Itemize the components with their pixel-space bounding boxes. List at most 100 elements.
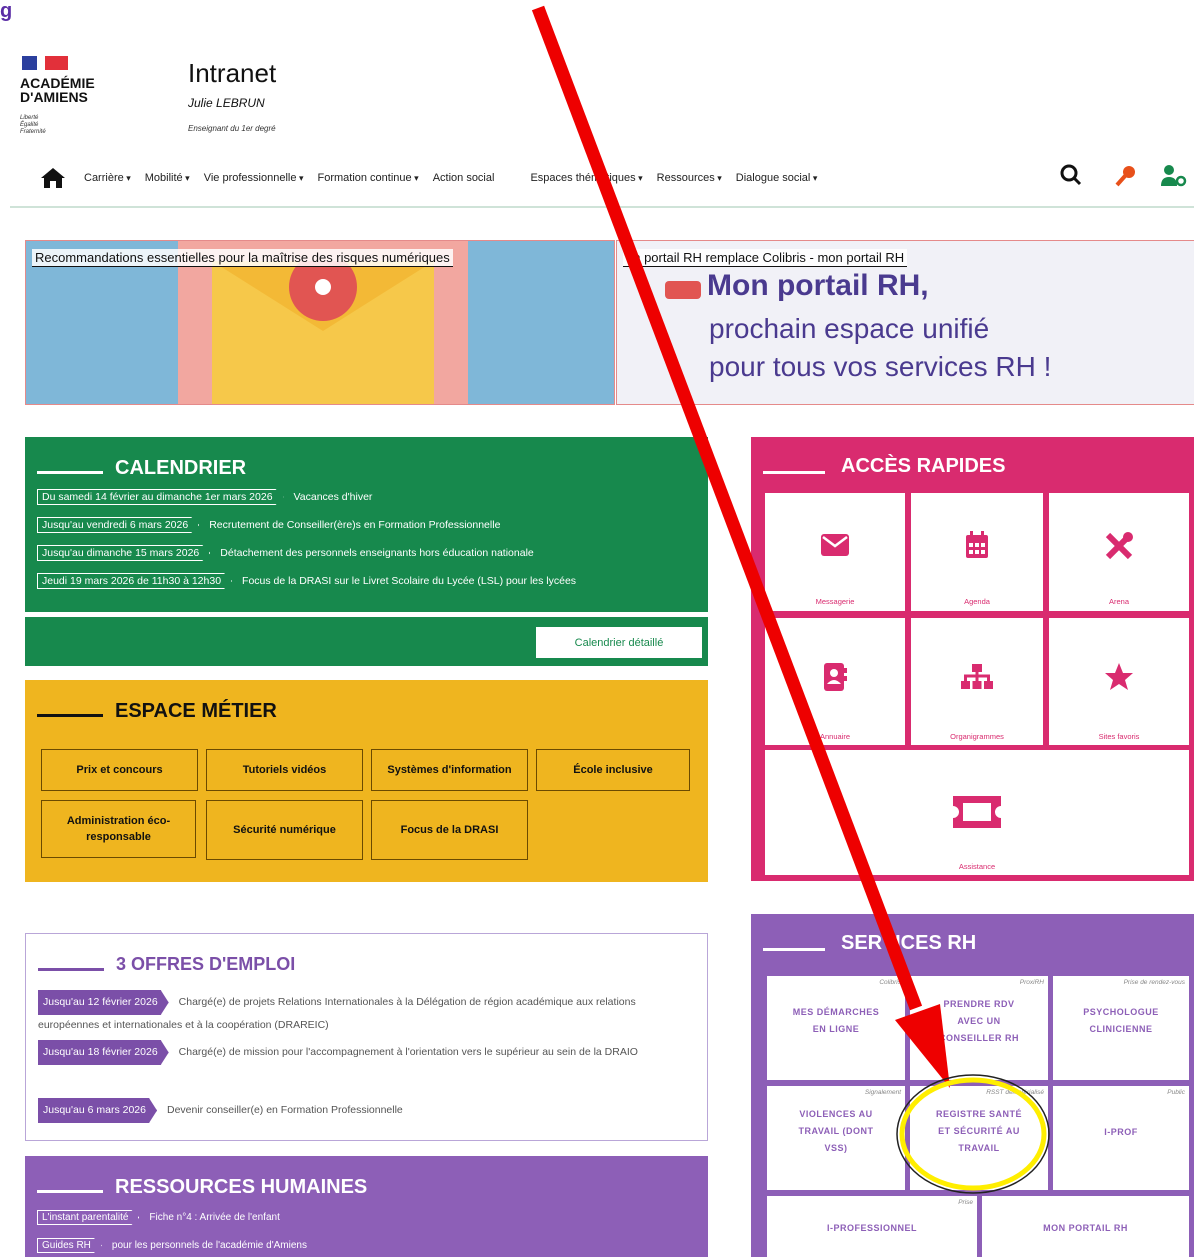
service-tag: Prise: [958, 1199, 973, 1206]
tile-label: Agenda: [964, 597, 990, 606]
tile-label: Messagerie: [815, 597, 855, 606]
logo-line2: D'AMIENS: [20, 89, 88, 105]
service-label-line: CONSEILLER RH: [938, 1033, 1019, 1043]
offer-text: Devenir conseiller(e) en Formation Profe…: [167, 1104, 403, 1116]
service-label-line: I-PROF: [1104, 1127, 1138, 1137]
nav-item-action-sociale[interactable]: Action social: [433, 172, 495, 184]
main-nav: Carrière Mobilité Vie professionnelle Fo…: [40, 162, 831, 194]
tile-label: Assistance: [958, 862, 996, 871]
services-rh-title: SERVICES RH: [841, 932, 977, 954]
service-label-line: ET SÉCURITÉ AU: [938, 1126, 1020, 1136]
calendar-icon: [966, 531, 988, 558]
nav-item-formation-continue[interactable]: Formation continue: [317, 172, 418, 184]
calendar-event[interactable]: Jeudi 19 mars 2026 de 11h30 à 12h30 Focus…: [37, 573, 576, 589]
service-violences-travail[interactable]: Signalement VIOLENCES AU TRAVAIL (DONT VSS…: [767, 1086, 905, 1190]
user-settings-icon[interactable]: [1160, 164, 1188, 188]
metier-button-focus-drasi[interactable]: Focus de la DRASI: [371, 800, 528, 860]
service-label-line: PSYCHOLOGUE: [1083, 1007, 1159, 1017]
site-title[interactable]: Intranet: [188, 58, 276, 89]
quick-access-assistance[interactable]: Assistance: [765, 750, 1189, 875]
service-tag: Colibris: [879, 979, 901, 986]
metier-button-systemes-information[interactable]: Systèmes d'information: [371, 749, 528, 791]
event-text: Détachement des personnels enseignants h…: [220, 547, 534, 559]
nav-item-carriere[interactable]: Carrière: [84, 172, 131, 184]
calendar-card: CALENDRIER Du samedi 14 février au diman…: [25, 437, 708, 612]
search-icon[interactable]: [1060, 164, 1082, 186]
service-tag: ProxiRH: [1019, 979, 1044, 986]
nav-item-espaces-thematiques[interactable]: Espaces thématiques: [530, 172, 642, 184]
service-registre-sante-securite[interactable]: RSST dématérialisé REGISTRE SANTÉ ET SÉCU…: [910, 1086, 1048, 1190]
republic-motto: Liberté Égalité Fraternité: [20, 115, 46, 136]
offer-date: Jusqu'au 18 février 2026: [38, 1040, 169, 1065]
resource-text: pour les personnels de l'académie d'Amie…: [111, 1240, 307, 1251]
calendar-event[interactable]: Jusqu'au dimanche 15 mars 2026 Détachemen…: [37, 545, 534, 561]
offres-title: 3 OFFRES D'EMPLOI: [116, 954, 296, 974]
carousel-slide-risques-numeriques[interactable]: Recommandations essentielles pour la maî…: [25, 240, 615, 405]
offer-date: Jusqu'au 12 février 2026: [38, 990, 169, 1015]
service-i-prof[interactable]: Public I-PROF: [1053, 1086, 1189, 1190]
calendar-event[interactable]: Du samedi 14 février au dimanche 1er mar…: [37, 489, 372, 505]
user-name: Julie LEBRUN: [188, 96, 265, 110]
service-label-line: REGISTRE SANTÉ: [935, 1109, 1022, 1119]
calendar-title: CALENDRIER: [115, 457, 247, 479]
service-tag: Signalement: [864, 1089, 901, 1096]
service-label-line: VIOLENCES AU: [799, 1109, 873, 1119]
event-text: Focus de la DRASI sur le Livret Scolaire…: [242, 575, 577, 587]
job-offer[interactable]: Jusqu'au 6 mars 2026 Devenir conseiller(e…: [38, 1098, 688, 1123]
metier-button-tutoriels[interactable]: Tutoriels vidéos: [206, 749, 363, 791]
quick-access-annuaire[interactable]: Annuaire: [765, 618, 905, 745]
acces-rapides-title: ACCÈS RAPIDES: [841, 455, 1006, 477]
espace-metier-title: ESPACE MÉTIER: [115, 700, 277, 722]
slide1-caption[interactable]: Recommandations essentielles pour la maî…: [32, 249, 453, 267]
quick-access-arena[interactable]: Arena: [1049, 493, 1189, 611]
service-mon-portail-rh[interactable]: MON PORTAIL RH: [982, 1196, 1189, 1257]
quick-access-sites-favoris[interactable]: Sites favoris: [1049, 618, 1189, 745]
rh-resource[interactable]: Guides RH pour les personnels de l'académ…: [37, 1238, 307, 1253]
quick-access-agenda[interactable]: Agenda: [911, 493, 1043, 611]
event-date: Jeudi 19 mars 2026 de 11h30 à 12h30: [37, 573, 232, 589]
tile-label: Organigrammes: [950, 732, 1004, 741]
offer-date: Jusqu'au 6 mars 2026: [38, 1098, 157, 1123]
service-label-line: TRAVAIL: [958, 1143, 1000, 1153]
key-icon[interactable]: [1114, 164, 1138, 188]
service-i-professionnel[interactable]: Prise I-PROFESSIONNEL: [767, 1196, 977, 1257]
service-label-line: MES DÉMARCHES: [792, 1007, 880, 1017]
logo-line1: ACADÉMIE: [20, 75, 95, 91]
marianne-flag-logo: [22, 56, 68, 70]
job-offer[interactable]: Jusqu'au 12 février 2026 Chargé(e) de pro…: [38, 990, 688, 1036]
metier-button-eco-responsable[interactable]: Administration éco-responsable: [41, 800, 196, 858]
quick-access-organigrammes[interactable]: Organigrammes: [911, 618, 1043, 745]
quick-access-messagerie[interactable]: Messagerie: [765, 493, 905, 611]
tile-label: Annuaire: [819, 732, 851, 741]
calendar-event[interactable]: Jusqu'au vendredi 6 mars 2026 Recrutement…: [37, 517, 500, 533]
tile-label: Arena: [1108, 597, 1129, 606]
service-label-line: EN LIGNE: [812, 1024, 860, 1034]
nav-item-dialogue-social[interactable]: Dialogue social: [736, 172, 818, 184]
rh-resource[interactable]: L'instant parentalité Fiche n°4 : Arrivée…: [37, 1210, 280, 1225]
calendar-footer: Calendrier détaillé: [25, 617, 708, 666]
academy-logo[interactable]: ACADÉMIE D'AMIENS: [20, 76, 95, 104]
slide2-line2: prochain espace unifié: [709, 313, 990, 344]
service-label-line: PRENDRE RDV: [943, 999, 1015, 1009]
metier-button-ecole-inclusive[interactable]: École inclusive: [536, 749, 690, 791]
service-label-line: AVEC UN: [957, 1016, 1001, 1026]
service-label-line: MON PORTAIL RH: [1043, 1223, 1128, 1233]
calendar-detail-button[interactable]: Calendrier détaillé: [536, 627, 702, 658]
motto-line: Liberté: [20, 115, 39, 121]
carousel-slide-portail-rh[interactable]: on portail RH remplace Colibris - mon po…: [616, 240, 1194, 405]
service-prendre-rdv[interactable]: ProxiRH PRENDRE RDV AVEC UN CONSEILLER RH: [910, 976, 1048, 1080]
nav-item-ressources[interactable]: Ressources: [657, 172, 722, 184]
service-mes-demarches[interactable]: Colibris MES DÉMARCHES EN LIGNE: [767, 976, 905, 1080]
job-offer[interactable]: Jusqu'au 18 février 2026 Chargé(e) de mis…: [38, 1040, 688, 1065]
service-psychologue[interactable]: Prise de rendez-vous PSYCHOLOGUE CLINICIE…: [1053, 976, 1189, 1080]
home-icon[interactable]: [40, 166, 66, 190]
slide2-caption[interactable]: on portail RH remplace Colibris - mon po…: [623, 249, 908, 267]
nav-item-vie-professionnelle[interactable]: Vie professionnelle: [204, 172, 304, 184]
motto-line: Égalité: [20, 122, 39, 128]
resource-tag: L'instant parentalité: [37, 1210, 139, 1225]
nav-item-mobilite[interactable]: Mobilité: [145, 172, 190, 184]
ressources-title: RESSOURCES HUMAINES: [115, 1176, 368, 1198]
event-date: Du samedi 14 février au dimanche 1er mar…: [37, 489, 284, 505]
metier-button-prix-concours[interactable]: Prix et concours: [41, 749, 198, 791]
metier-button-securite-numerique[interactable]: Sécurité numérique: [206, 800, 363, 860]
